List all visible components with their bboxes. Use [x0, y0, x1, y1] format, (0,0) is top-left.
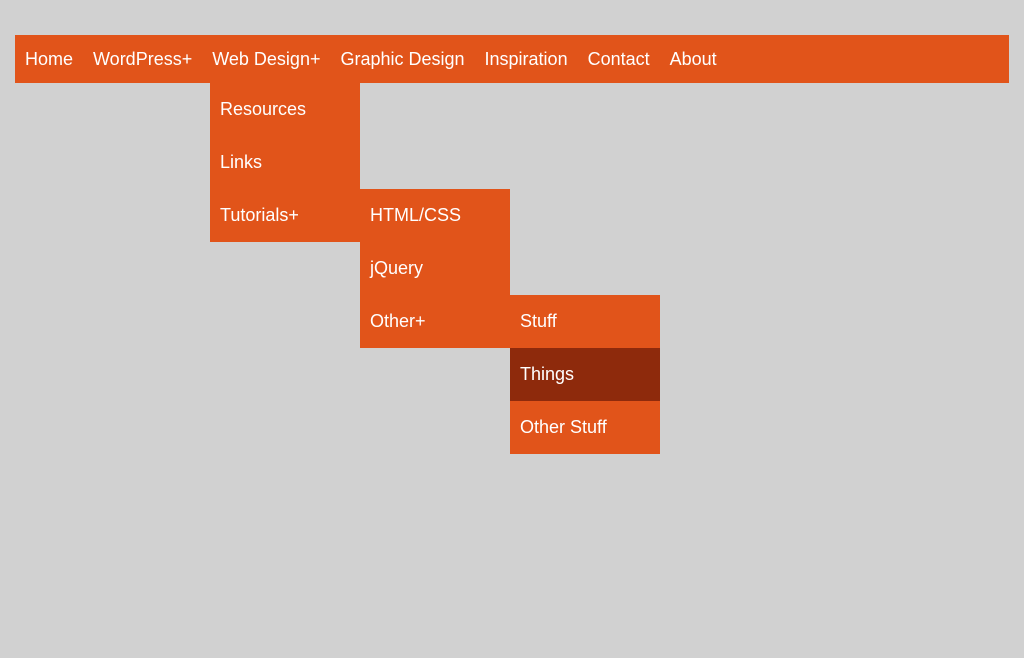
dropdown-item-resources[interactable]: Resources	[210, 83, 360, 136]
dropdown-item-things[interactable]: Things	[510, 348, 660, 401]
nav-item-about[interactable]: About	[660, 35, 727, 83]
nav-item-web-design[interactable]: Web Design	[202, 35, 330, 83]
nav-item-inspiration[interactable]: Inspiration	[475, 35, 578, 83]
dropdown-item-tutorials[interactable]: Tutorials	[210, 189, 360, 242]
dropdown-item-other-stuff[interactable]: Other Stuff	[510, 401, 660, 454]
dropdown-item-links[interactable]: Links	[210, 136, 360, 189]
dropdown-web-design: Resources Links Tutorials	[210, 83, 360, 242]
nav-item-wordpress[interactable]: WordPress	[83, 35, 202, 83]
nav-item-home[interactable]: Home	[15, 35, 83, 83]
nav-item-contact[interactable]: Contact	[578, 35, 660, 83]
dropdown-item-other[interactable]: Other	[360, 295, 510, 348]
dropdown-item-html-css[interactable]: HTML/CSS	[360, 189, 510, 242]
dropdown-item-jquery[interactable]: jQuery	[360, 242, 510, 295]
dropdown-item-stuff[interactable]: Stuff	[510, 295, 660, 348]
main-navbar: Home WordPress Web Design Graphic Design…	[15, 35, 1009, 83]
nav-item-graphic-design[interactable]: Graphic Design	[330, 35, 474, 83]
dropdown-other: Stuff Things Other Stuff	[510, 295, 660, 454]
dropdown-tutorials: HTML/CSS jQuery Other	[360, 189, 510, 348]
